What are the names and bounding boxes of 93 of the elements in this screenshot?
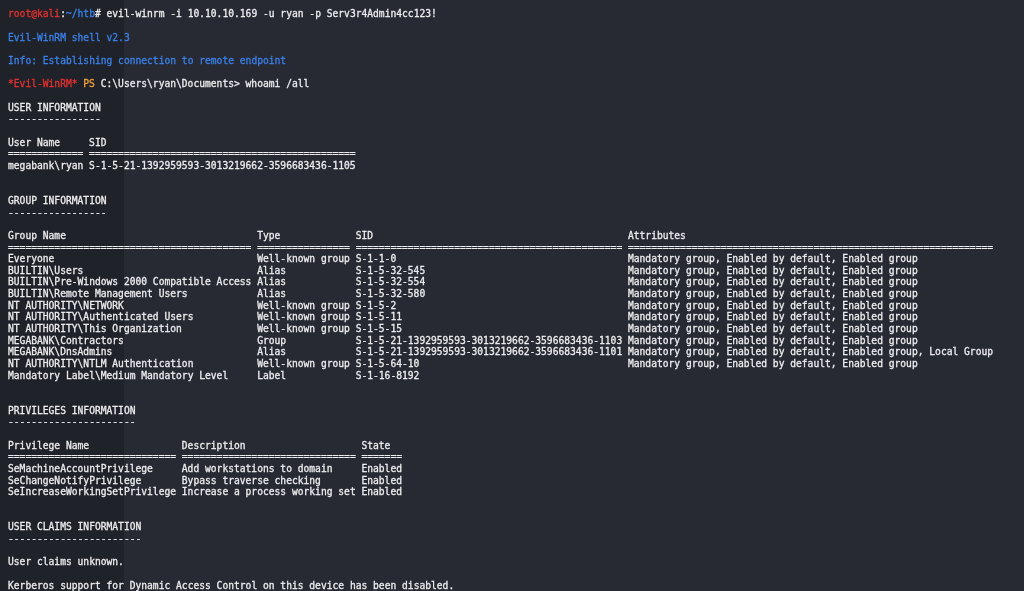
table-cell: Mandatory group, Enabled by default, Enabled group bbox=[627, 299, 918, 312]
heading-underline: ---------------------- bbox=[8, 416, 136, 428]
table-cell: S-1-5-21-1392959593-3013219662-3596683436-1101 bbox=[355, 346, 623, 359]
table-cell: S-1-5-11 bbox=[355, 311, 402, 324]
section-heading: USER CLAIMS INFORMATION bbox=[8, 521, 142, 533]
table-cell: BUILTIN\Pre-Windows 2000 Compatible Access bbox=[8, 276, 252, 289]
table-cell: Add workstations to domain bbox=[181, 463, 333, 475]
table-cell: Mandatory group, Enabled by default, Enabled group bbox=[627, 264, 918, 277]
table-cell: Mandatory group, Enabled by default, Enabled group, Local Group bbox=[627, 346, 994, 359]
prompt-path: ~/htb bbox=[65, 8, 95, 21]
table-cell: Alias bbox=[257, 264, 287, 277]
table-cell: megabank\ryan bbox=[8, 159, 84, 172]
table-cell: Label bbox=[257, 369, 287, 382]
column-header: Type bbox=[257, 229, 281, 242]
column-header: SID bbox=[89, 136, 107, 149]
table-cell: S-1-5-32-554 bbox=[355, 276, 426, 289]
table-cell: MEGABANK\Contractors bbox=[8, 334, 124, 347]
table-cell: Increase a process working set bbox=[181, 486, 356, 498]
table-cell: Mandatory group, Enabled by default, Enabled group bbox=[627, 358, 918, 370]
column-header: Privilege Name bbox=[8, 439, 90, 452]
command-text: whoami /all bbox=[245, 78, 310, 90]
column-header: SID bbox=[355, 229, 374, 242]
info-message: Info: Establishing connection to remote endpoint bbox=[8, 55, 287, 67]
table-cell: S-1-5-32-580 bbox=[355, 288, 426, 300]
column-header: Description bbox=[181, 439, 246, 452]
prompt-separator: : bbox=[60, 8, 66, 21]
section-heading: GROUP INFORMATION bbox=[8, 194, 107, 207]
table-cell: BUILTIN\Remote Management Users bbox=[8, 288, 188, 300]
table-cell: SeChangeNotifyPrivilege bbox=[8, 474, 142, 487]
table-cell: S-1-5-15 bbox=[355, 323, 402, 335]
prompt-user: root@kali bbox=[8, 8, 61, 21]
table-cell: SeIncreaseWorkingSetPrivilege bbox=[8, 486, 177, 498]
column-rule: ======= bbox=[361, 451, 402, 463]
table-cell: S-1-5-32-545 bbox=[355, 264, 426, 277]
prompt-shell: *Evil-WinRM* bbox=[8, 78, 78, 90]
prompt-directory: C:\Users\ryan\Documents> bbox=[100, 78, 240, 90]
column-rule: ============= bbox=[8, 148, 84, 160]
table-cell: Well-known group bbox=[257, 253, 350, 265]
table-cell: Alias bbox=[257, 346, 287, 359]
table-cell: Mandatory group, Enabled by default, Enabled group bbox=[627, 253, 918, 265]
table-cell: Mandatory group, Enabled by default, Enabled group bbox=[627, 288, 918, 300]
table-cell: MEGABANK\DnsAdmins bbox=[8, 346, 113, 359]
column-rule: ============================= bbox=[8, 451, 177, 463]
column-header: Group Name bbox=[8, 229, 66, 242]
table-cell: BUILTIN\Users bbox=[8, 264, 84, 277]
table-cell: Alias bbox=[257, 276, 287, 289]
column-header: State bbox=[361, 439, 391, 452]
table-cell: NT AUTHORITY\NTLM Authentication bbox=[8, 358, 194, 370]
table-cell: Mandatory group, Enabled by default, Enabled group bbox=[627, 276, 918, 289]
table-cell: S-1-1-0 bbox=[355, 253, 397, 265]
info-message: Evil-WinRM shell v2.3 bbox=[8, 31, 130, 44]
column-header: User Name bbox=[8, 136, 61, 149]
heading-underline: ---------------- bbox=[8, 113, 101, 125]
table-cell: S-1-5-2 bbox=[355, 299, 397, 312]
table-cell: S-1-16-8192 bbox=[355, 369, 420, 382]
table-cell: SeMachineAccountPrivilege bbox=[8, 463, 153, 475]
table-cell: Alias bbox=[257, 288, 287, 300]
table-cell: Mandatory group, Enabled by default, Enabled group bbox=[627, 323, 918, 335]
command-text: evil-winrm -i 10.10.10.169 -u ryan -p Serv3r4Admin4cc123! bbox=[106, 8, 437, 21]
table-cell: S-1-5-21-1392959593-3013219662-3596683436-1103 bbox=[355, 334, 623, 347]
table-cell: S-1-5-64-10 bbox=[355, 358, 420, 370]
table-cell: Well-known group bbox=[257, 299, 350, 312]
table-cell: Well-known group bbox=[257, 358, 350, 370]
table-cell: Well-known group bbox=[257, 323, 350, 335]
output-message: User claims unknown. bbox=[8, 556, 124, 568]
table-cell: Mandatory group, Enabled by default, Enabled group bbox=[627, 311, 918, 324]
column-header: Attributes bbox=[627, 229, 686, 242]
table-cell: NT AUTHORITY\NETWORK bbox=[8, 299, 124, 312]
output-message: Kerberos support for Dynamic Access Control on this device has been disabled. bbox=[8, 579, 455, 591]
table-cell: Bypass traverse checking bbox=[181, 474, 321, 487]
table-cell: Enabled bbox=[361, 486, 402, 498]
table-cell: S-1-5-21-1392959593-3013219662-3596683436-1105 bbox=[89, 159, 356, 172]
table-cell: Everyone bbox=[8, 253, 55, 265]
table-cell: Well-known group bbox=[257, 311, 350, 324]
table-cell: Group bbox=[257, 334, 287, 347]
column-rule: ============================== bbox=[181, 451, 356, 463]
heading-underline: ----------------------- bbox=[8, 532, 142, 545]
section-heading: USER INFORMATION bbox=[8, 101, 101, 114]
column-rule: ========================================== bbox=[8, 241, 252, 254]
column-rule: =============================================================== bbox=[627, 241, 994, 254]
table-cell: NT AUTHORITY\Authenticated Users bbox=[8, 311, 194, 324]
table-cell: Enabled bbox=[361, 474, 402, 487]
table-cell: Mandatory Label\Medium Mandatory Level bbox=[8, 369, 229, 382]
table-cell: NT AUTHORITY\This Organization bbox=[8, 323, 182, 335]
heading-underline: ----------------- bbox=[8, 206, 107, 219]
column-rule: ============================================== bbox=[89, 148, 356, 160]
column-rule: ============================================== bbox=[355, 241, 623, 254]
section-heading: PRIVILEGES INFORMATION bbox=[8, 404, 136, 417]
column-rule: ================ bbox=[257, 241, 350, 254]
table-cell: Enabled bbox=[361, 463, 402, 475]
table-cell: Mandatory group, Enabled by default, Enabled group bbox=[627, 334, 918, 347]
prompt-symbol: # bbox=[94, 8, 101, 21]
prompt-mode: PS bbox=[83, 78, 95, 90]
